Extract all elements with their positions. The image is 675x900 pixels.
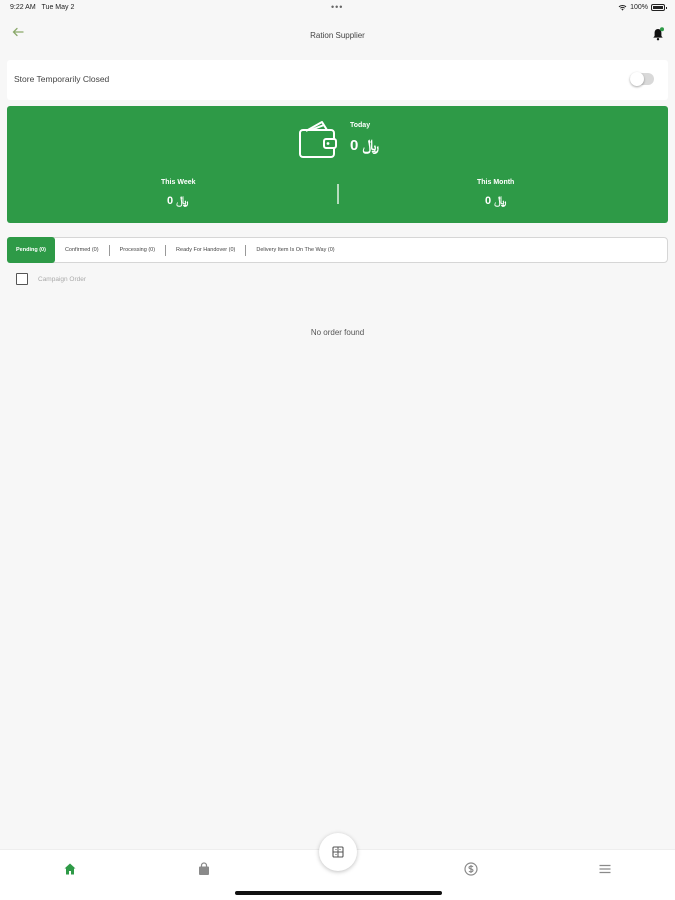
this-week-value: 0 ﷼ — [167, 195, 189, 207]
multitasking-dots-icon[interactable]: ••• — [331, 2, 343, 12]
earnings-divider — [337, 184, 339, 204]
earnings-icon[interactable] — [464, 862, 478, 876]
tab-ready-for-handover[interactable]: Ready For Handover (0) — [166, 238, 245, 262]
store-closed-toggle[interactable] — [630, 72, 654, 86]
this-month-value: 0 ﷼ — [485, 195, 507, 207]
wallet-icon — [299, 121, 337, 158]
today-value: 0 ﷼ — [350, 137, 380, 154]
status-bar: 9:22 AM Tue May 2 ••• 100% — [0, 0, 675, 18]
tab-delivery-on-the-way[interactable]: Delivery Item Is On The Way (0) — [246, 238, 344, 262]
status-time: 9:22 AM Tue May 2 — [10, 4, 75, 11]
order-status-tabs: Pending (0) Confirmed (0) Processing (0)… — [7, 237, 668, 263]
today-label: Today — [350, 122, 371, 129]
orders-bag-icon[interactable] — [197, 862, 211, 876]
menu-icon[interactable] — [598, 862, 612, 876]
scan-icon — [332, 846, 344, 858]
this-week-label: This Week — [161, 179, 196, 186]
campaign-order-filter[interactable]: Campaign Order — [16, 273, 86, 285]
home-icon[interactable] — [63, 862, 77, 876]
scan-button[interactable] — [319, 833, 357, 871]
notification-bell-icon[interactable] — [652, 27, 664, 41]
campaign-order-checkbox[interactable] — [16, 273, 28, 285]
store-status-card: Store Temporarily Closed — [7, 60, 668, 100]
empty-state-message: No order found — [310, 328, 365, 337]
header: Ration Supplier — [0, 22, 675, 48]
this-month-label: This Month — [477, 179, 515, 186]
tab-confirmed[interactable]: Confirmed (0) — [55, 238, 109, 262]
campaign-order-label: Campaign Order — [38, 275, 87, 283]
tab-pending[interactable]: Pending (0) — [7, 237, 55, 263]
home-indicator — [235, 891, 442, 895]
wifi-icon — [618, 4, 627, 11]
toggle-knob — [630, 72, 644, 86]
status-right: 100% — [618, 4, 667, 11]
earnings-summary-card: Today 0 ﷼ This Week 0 ﷼ This Month 0 ﷼ — [7, 106, 668, 223]
battery-percent: 100% — [630, 4, 648, 11]
page-title: Ration Supplier — [310, 31, 365, 40]
battery-icon — [651, 4, 667, 11]
store-closed-label: Store Temporarily Closed — [14, 74, 110, 84]
tab-processing[interactable]: Processing (0) — [110, 238, 165, 262]
